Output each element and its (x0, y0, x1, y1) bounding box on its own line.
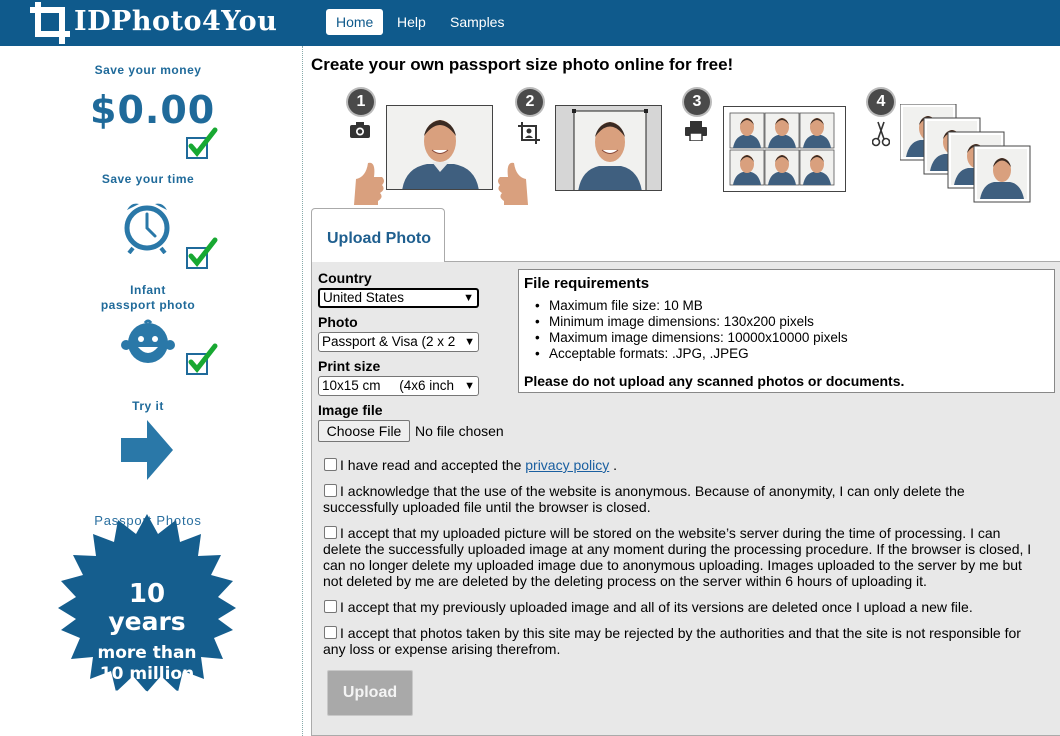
site-logo[interactable]: IDPhoto4You (28, 0, 288, 46)
crop-icon (30, 2, 70, 44)
image-file-label: Image file (318, 402, 383, 418)
rejection-disclaimer-checkbox[interactable] (324, 626, 337, 639)
step-3-number: 3 (684, 89, 710, 115)
list-item: Maximum file size: 10 MB (535, 298, 848, 314)
page-title: Create your own passport size photo onli… (311, 55, 734, 74)
upload-button[interactable]: Upload (327, 670, 413, 716)
person-photo-icon (387, 106, 492, 189)
step-2-photo (555, 105, 662, 191)
storage-consent-text-4: not deleted by me are deleted by the del… (323, 573, 927, 589)
print-sheet-icon (724, 107, 845, 191)
cropped-photo-icon (556, 106, 661, 190)
badge-years: years (108, 607, 186, 636)
cut-photos-stack (900, 104, 1031, 203)
storage-consent-checkbox[interactable] (324, 526, 337, 539)
save-money-title: Save your money (94, 63, 202, 77)
anonymous-use-text: I acknowledge that the use of the websit… (340, 483, 965, 499)
privacy-policy-link[interactable]: privacy policy (525, 457, 609, 473)
choose-file-button[interactable]: Choose File (318, 420, 410, 442)
infant-photo-title: Infant passport photo (100, 283, 196, 312)
anonymous-use-checkbox[interactable] (324, 484, 337, 497)
delete-previous-checkbox[interactable] (324, 600, 337, 613)
step-3-print-sheet (723, 106, 846, 192)
printer-icon (685, 121, 707, 141)
nav-home[interactable]: Home (326, 9, 384, 35)
badge-more-than: more than (97, 643, 197, 663)
tab-upload-photo-label: Upload Photo (327, 230, 431, 247)
checkmark-icon (186, 127, 218, 159)
badge-photos: photos (114, 685, 180, 705)
checkmark-icon (186, 343, 218, 375)
list-item: Maximum image dimensions: 10000x10000 pi… (535, 330, 848, 346)
print-size-label: Print size (318, 358, 381, 374)
badge-number: 10 (128, 579, 166, 609)
print-size-select[interactable]: 10x15 cm (4x6 inch ▼ (318, 376, 479, 396)
file-requirements-box: File requirements Maximum file size: 10 … (518, 269, 1055, 393)
anonymous-use-text-2: successfully uploaded file until the bro… (323, 499, 651, 515)
chevron-down-icon: ▼ (463, 292, 474, 304)
logo-text: IDPhoto4You (74, 6, 278, 37)
photo-label: Photo (318, 314, 358, 330)
requirements-title: File requirements (524, 275, 650, 292)
rejection-disclaimer-text-2: any loss or expense arising therefrom. (323, 641, 561, 657)
storage-consent-text: I accept that my uploaded picture will b… (340, 525, 1001, 541)
chevron-down-icon: ▼ (462, 333, 475, 351)
baby-face-icon (121, 319, 175, 363)
camera-icon (350, 122, 370, 138)
scissors-icon (872, 121, 890, 147)
thumbs-up-right-icon (498, 162, 528, 205)
rejection-disclaimer-text: I accept that photos taken by this site … (340, 625, 1021, 641)
storage-consent-text-2: delete the successfully uploaded image a… (323, 541, 1032, 557)
photo-type-select[interactable]: Passport & Visa (2 x 2 ▼ (318, 332, 479, 352)
file-status: No file chosen (415, 423, 504, 439)
sidebar-divider (302, 46, 303, 736)
list-item: Acceptable formats: .JPG, .JPEG (535, 346, 848, 362)
country-label: Country (318, 270, 372, 286)
thumbs-up-left-icon (354, 162, 384, 205)
step-1-number: 1 (348, 89, 374, 115)
chevron-down-icon: ▼ (462, 377, 475, 395)
nav-samples[interactable]: Samples (450, 9, 504, 35)
badge-million: 10 million (99, 664, 195, 684)
country-select[interactable]: United States ▼ (318, 288, 479, 308)
arrow-right-icon[interactable] (121, 420, 173, 480)
step-2-number: 2 (517, 89, 543, 115)
checkmark-icon (186, 237, 218, 269)
step-1-photo (386, 105, 493, 190)
tab-upload-photo[interactable]: Upload Photo (311, 208, 445, 262)
step-4-number: 4 (868, 89, 894, 115)
delete-previous-text: I accept that my previously uploaded ima… (340, 599, 973, 615)
nav-help[interactable]: Help (397, 9, 426, 35)
top-header: IDPhoto4You Home Help Samples (0, 0, 1060, 46)
requirements-list: Maximum file size: 10 MB Minimum image d… (535, 298, 848, 362)
list-item: Minimum image dimensions: 130x200 pixels (535, 314, 848, 330)
storage-consent-text-3: can no longer delete my uploaded image d… (323, 557, 1022, 573)
requirements-warning: Please do not upload any scanned photos … (524, 373, 905, 389)
privacy-policy-text: I have read and accepted the privacy pol… (340, 457, 618, 473)
privacy-policy-checkbox[interactable] (324, 458, 337, 471)
save-time-title: Save your time (101, 172, 195, 186)
crop-portrait-icon (518, 122, 540, 144)
try-it-title[interactable]: Try it (0, 399, 296, 413)
alarm-clock-icon (124, 203, 170, 254)
